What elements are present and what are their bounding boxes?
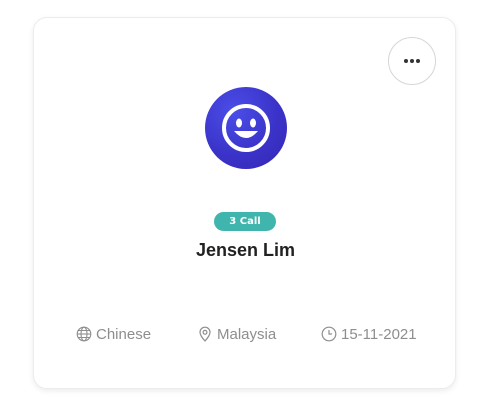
date-info: 15-11-2021 xyxy=(321,324,417,344)
language-text: Chinese xyxy=(96,325,152,343)
more-options-button[interactable] xyxy=(388,37,436,85)
avatar xyxy=(205,87,287,169)
contact-card: 3 Call Jensen Lim Chinese Malaysia 15-11… xyxy=(33,17,456,389)
language-info: Chinese xyxy=(76,324,151,344)
globe-icon xyxy=(76,326,92,342)
map-pin-icon xyxy=(197,326,213,342)
smiley-face-icon xyxy=(222,104,270,152)
call-count-badge: 3 Call xyxy=(214,212,276,231)
clock-icon xyxy=(321,326,337,342)
date-text: 15-11-2021 xyxy=(341,325,417,343)
location-info: Malaysia xyxy=(197,324,276,344)
location-text: Malaysia xyxy=(217,325,277,343)
ellipsis-icon xyxy=(404,59,420,63)
contact-name: Jensen Lim xyxy=(195,240,296,260)
